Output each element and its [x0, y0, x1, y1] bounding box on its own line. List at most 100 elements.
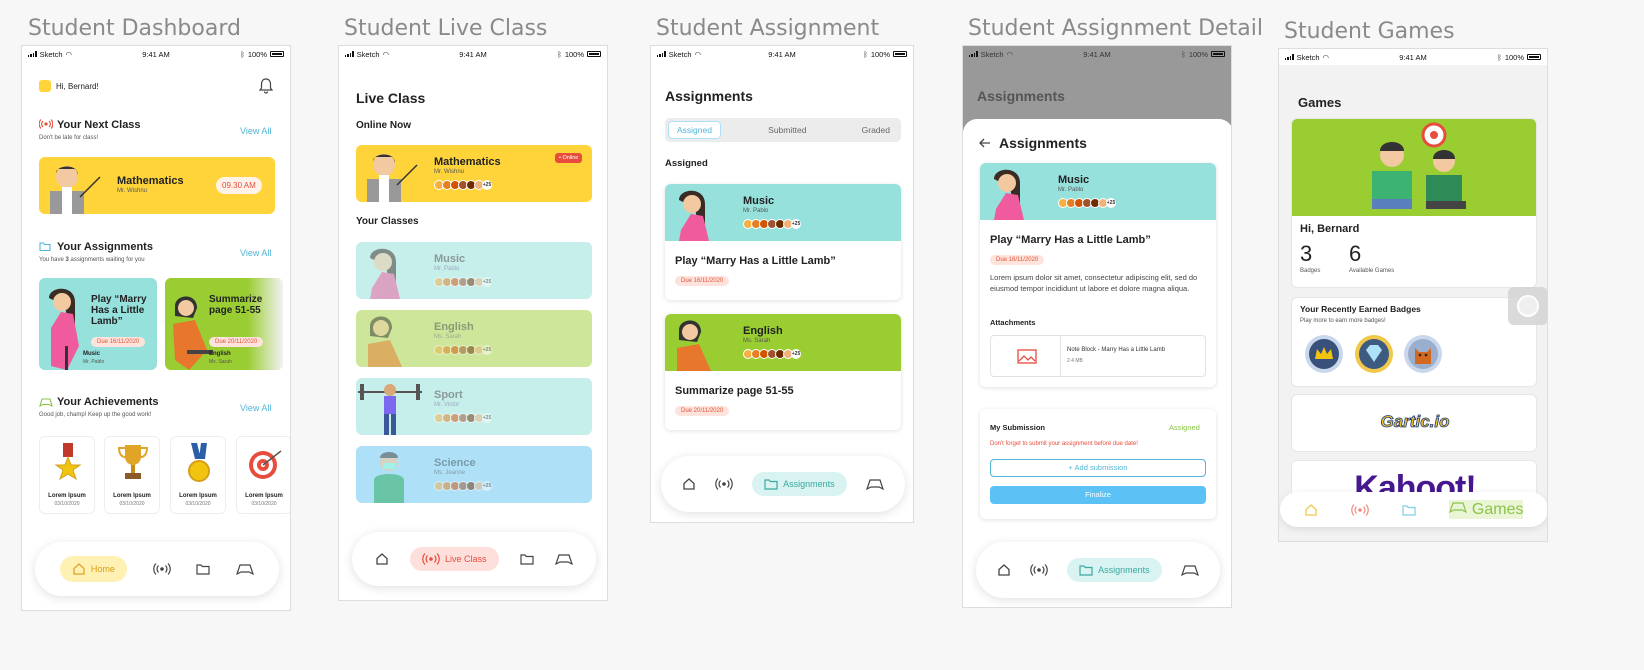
my-submission-label: My Submission: [990, 423, 1046, 432]
home-icon[interactable]: [375, 552, 389, 566]
folder-icon[interactable]: [520, 553, 534, 565]
task-description: Lorem ipsum dolor sit amet, consectetur …: [990, 273, 1198, 293]
home-icon[interactable]: [682, 477, 696, 491]
gamepad-icon[interactable]: [865, 477, 884, 491]
phone-dashboard: Sketch ◠ 9:41 AM ᛒ 100% Hi, Bernard! Your …: [21, 45, 291, 611]
assignment-card-english[interactable]: English Ms. Sarah +25 Summarize page 51-…: [665, 314, 901, 430]
live-icon[interactable]: [1030, 564, 1049, 576]
wifi-icon: ◠: [65, 49, 73, 59]
bluetooth-icon: ᛒ: [1181, 49, 1186, 59]
class-card-sport[interactable]: Sport Mr. Victor +25: [356, 378, 592, 435]
online-now-label: Online Now: [356, 120, 411, 131]
recent-badges-title: Your Recently Earned Badges: [1300, 304, 1421, 314]
online-class-card[interactable]: Mathematics Mr. Wishnu +25 • Online: [356, 145, 592, 202]
view-all-assignments[interactable]: View All: [240, 248, 271, 258]
live-icon[interactable]: [1351, 503, 1370, 516]
home-icon[interactable]: [1304, 503, 1318, 517]
view-all-achievements[interactable]: View All: [240, 403, 271, 413]
participant-avatars: +25: [743, 219, 801, 229]
back-arrow-icon[interactable]: [979, 138, 991, 148]
live-icon[interactable]: [715, 478, 734, 490]
assignment-card-english[interactable]: Summarize page 51-55 Due 20/11/2020 Engl…: [165, 278, 283, 370]
tab-graded[interactable]: Graded: [854, 122, 898, 138]
gamepad-icon[interactable]: [236, 562, 255, 576]
participant-avatars: +25: [434, 413, 492, 423]
achievement-card[interactable]: Lorem Ipsum 03/10/2020: [236, 436, 290, 514]
achievements-subtitle: Good job, champ! Keep up the good work!: [39, 412, 152, 418]
games-hero: [1292, 119, 1536, 216]
class-card-music[interactable]: Music Mr. Pablo +25: [356, 242, 592, 299]
participant-avatars: +25: [434, 277, 492, 287]
live-icon[interactable]: [152, 563, 171, 575]
folder-icon[interactable]: [1402, 504, 1417, 516]
bottom-nav: Home: [35, 542, 279, 596]
folder-icon[interactable]: [196, 563, 210, 575]
scientist-illustration: [374, 452, 404, 503]
attachment-file[interactable]: Note Block - Marry Has a Little Lamb 2.4…: [990, 335, 1206, 377]
singer-illustration: [49, 288, 79, 370]
wifi-icon: ◠: [1006, 49, 1014, 59]
class-card-science[interactable]: Science Ms. Jeanne +25: [356, 446, 592, 503]
battery-icon: [1211, 51, 1225, 57]
add-submission-button[interactable]: + Add submission: [990, 459, 1206, 477]
folder-icon: [1079, 565, 1093, 576]
tab-bar: Assigned Submitted Graded: [665, 118, 901, 142]
folder-icon: [764, 479, 778, 490]
page-title: Assignments: [665, 88, 753, 104]
nav-assignments[interactable]: Assignments: [752, 472, 847, 496]
gartic-logo: Gartic.io: [1380, 412, 1450, 432]
tab-assigned[interactable]: Assigned: [668, 121, 721, 139]
submission-status: Assigned: [1169, 423, 1200, 432]
frame-title-assignment-detail: Student Assignment Detail: [968, 16, 1263, 41]
sheet-title: Assignments: [999, 135, 1087, 151]
home-icon[interactable]: [997, 563, 1011, 577]
detail-sheet: Assignments Music Mr. Pablo +25 Play “Ma…: [963, 119, 1231, 607]
greeting: Hi, Bernard!: [39, 80, 99, 92]
tab-submitted[interactable]: Submitted: [760, 122, 814, 138]
signal-icon: [28, 51, 37, 57]
achievement-card[interactable]: Lorem Ipsum 03/10/2020: [104, 436, 160, 514]
class-card-english[interactable]: English Ms. Sarah +25: [356, 310, 592, 367]
profile-name: Hi, Bernard: [1300, 223, 1360, 235]
game-card-gartic[interactable]: Gartic.io: [1291, 394, 1537, 452]
nav-home[interactable]: Home: [59, 556, 127, 582]
wifi-icon: ◠: [694, 49, 702, 59]
nav-games[interactable]: Games: [1449, 500, 1524, 519]
page-title: Games: [1298, 95, 1342, 110]
kids-gaming-illustration: [1372, 122, 1466, 209]
next-class-title: Your Next Class: [57, 119, 141, 131]
online-badge: • Online: [555, 153, 583, 163]
gamepad-icon[interactable]: [1180, 563, 1199, 577]
nav-live-class[interactable]: Live Class: [410, 547, 499, 571]
submission-warning: Don't forget to submit your assignment b…: [990, 441, 1138, 447]
phone-games: Sketch ◠ 9:41 AM ᛒ 100% Games Hi, Bernard …: [1278, 48, 1548, 542]
gamepad-icon[interactable]: [555, 552, 574, 566]
avatar[interactable]: [39, 80, 51, 92]
participant-avatars: +25: [743, 349, 801, 359]
view-all-next-class[interactable]: View All: [240, 126, 271, 136]
floating-assistive-button[interactable]: [1508, 287, 1547, 325]
teacher-illustration: [50, 166, 101, 214]
diamond-badge-icon[interactable]: [1354, 334, 1394, 374]
next-class-card[interactable]: Mathematics Mr. Wishnu 09.30 AM: [39, 157, 275, 214]
signal-icon: [657, 51, 666, 57]
assignment-card-music[interactable]: Music Mr. Pablo +25 Play “Marry Has a Li…: [665, 184, 901, 300]
phone-live-class: Sketch ◠ 9:41 AM ᛒ 100% Live Class Online …: [338, 45, 608, 601]
singer-illustration: [679, 190, 709, 241]
finalize-button[interactable]: Finalize: [990, 486, 1206, 504]
assignment-card-music[interactable]: Play “Marry Has a Little Lamb” Due 16/11…: [39, 278, 157, 370]
assignment-detail-card: Music Mr. Pablo +25 Play “Marry Has a Li…: [980, 163, 1216, 387]
gold-medal-icon: [188, 443, 210, 482]
bell-icon[interactable]: [259, 78, 273, 94]
gamepad-icon: [39, 398, 53, 408]
cat-badge-icon[interactable]: [1403, 334, 1443, 374]
nav-assignments[interactable]: Assignments: [1067, 558, 1162, 582]
home-icon: [73, 563, 85, 575]
games-count: 6: [1349, 241, 1362, 266]
bottom-nav: Games: [1280, 492, 1547, 527]
crown-badge-icon[interactable]: [1304, 334, 1344, 374]
frame-title-games: Student Games: [1284, 19, 1455, 44]
bluetooth-icon: ᛒ: [557, 49, 562, 59]
achievement-card[interactable]: Lorem Ipsum 03/10/2020: [39, 436, 95, 514]
achievement-card[interactable]: Lorem Ipsum 03/10/2020: [170, 436, 226, 514]
